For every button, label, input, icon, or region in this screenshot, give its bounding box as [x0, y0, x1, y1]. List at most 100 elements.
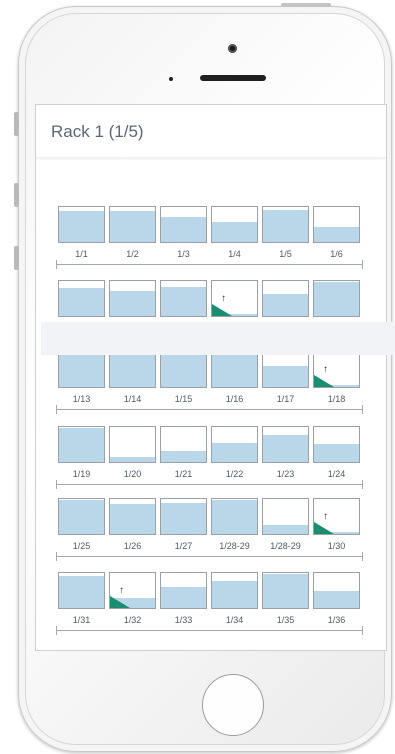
slot-label: 1/25 — [72, 541, 91, 551]
slot-label: 1/3 — [177, 249, 190, 259]
fill-level — [212, 581, 257, 608]
fill-level — [161, 587, 206, 608]
baseline-tick — [56, 405, 57, 414]
slot-cell[interactable] — [262, 498, 309, 535]
slot-cell[interactable] — [58, 280, 105, 317]
rack-row: 1/25 1/26 1/27 1/28-29 1/28-29 ↑ 1/30 — [36, 498, 386, 576]
fill-level — [161, 503, 206, 534]
slot-cell[interactable] — [262, 206, 309, 243]
slot-cell[interactable] — [58, 426, 105, 463]
app-screen: Rack 1 (1/5) 1/11/21/31/41/51/61/71/81/9… — [35, 104, 387, 651]
slot-label: 1/2 — [126, 249, 139, 259]
slot-cell[interactable] — [58, 351, 105, 388]
slot-label: 1/21 — [174, 469, 193, 479]
slot-cell[interactable] — [313, 280, 360, 317]
slot-cell[interactable] — [109, 498, 156, 535]
rack-row: 1/19 1/20 1/21 1/22 1/23 1/24 — [36, 426, 386, 504]
baseline-tick — [362, 626, 363, 635]
slot-label: 1/26 — [123, 541, 142, 551]
slot-label: 1/1 — [75, 249, 88, 259]
slot-label: 1/20 — [123, 469, 142, 479]
fill-level — [314, 227, 359, 242]
fill-level — [110, 291, 155, 316]
slot-cell[interactable] — [160, 426, 207, 463]
fill-level — [314, 282, 359, 316]
slot-label: 1/14 — [123, 394, 142, 404]
volume-up-button — [14, 183, 19, 207]
fill-level — [263, 294, 308, 316]
slot-cell[interactable]: ↑ — [211, 280, 258, 317]
row-baseline — [56, 556, 362, 557]
slot-cell[interactable]: ↑ — [109, 572, 156, 609]
empty-marker-icon — [212, 304, 232, 316]
rack-row: 1/31 ↑ 1/32 1/33 1/34 1/35 1/36 — [36, 572, 386, 650]
slot-cell[interactable] — [160, 572, 207, 609]
mute-switch — [14, 112, 19, 136]
home-button[interactable] — [202, 674, 264, 736]
slot-cell[interactable] — [211, 206, 258, 243]
slot-label: 1/22 — [225, 469, 244, 479]
front-camera — [228, 44, 237, 53]
slot-label: 1/28-29 — [219, 541, 250, 551]
slot-cell[interactable] — [313, 206, 360, 243]
slot-cell[interactable] — [160, 351, 207, 388]
slot-cell[interactable] — [160, 498, 207, 535]
fill-level — [263, 525, 308, 534]
slot-cell[interactable] — [262, 351, 309, 388]
fill-level — [212, 222, 257, 242]
header: Rack 1 (1/5) — [36, 105, 386, 158]
row-baseline — [56, 264, 362, 265]
slot-cell[interactable] — [262, 280, 309, 317]
page-title: Rack 1 (1/5) — [51, 122, 144, 141]
slot-label: 1/19 — [72, 469, 91, 479]
baseline-tick — [56, 260, 57, 269]
fill-level — [59, 353, 104, 387]
arrow-up-icon: ↑ — [119, 585, 124, 596]
slot-cell[interactable] — [109, 426, 156, 463]
fill-level — [110, 457, 155, 462]
slot-label: 1/4 — [228, 249, 241, 259]
slot-label: 1/35 — [276, 615, 295, 625]
fill-level — [314, 591, 359, 608]
fill-level — [161, 451, 206, 462]
slot-cell[interactable] — [109, 280, 156, 317]
arrow-up-icon: ↑ — [323, 511, 328, 522]
fill-level — [263, 574, 308, 608]
fill-level — [212, 443, 257, 462]
slot-cell[interactable] — [211, 572, 258, 609]
baseline-tick — [362, 480, 363, 489]
fill-level — [110, 353, 155, 387]
slot-label: 1/27 — [174, 541, 193, 551]
slot-label: 1/18 — [327, 394, 346, 404]
slot-cell[interactable] — [262, 426, 309, 463]
volume-down-button — [14, 246, 19, 270]
slot-cell[interactable] — [211, 498, 258, 535]
slot-cell[interactable] — [58, 206, 105, 243]
slot-cell[interactable] — [211, 351, 258, 388]
slot-cell[interactable] — [211, 426, 258, 463]
slot-cell[interactable] — [313, 426, 360, 463]
slot-cell[interactable] — [58, 498, 105, 535]
earpiece-speaker — [200, 75, 266, 81]
slot-cell[interactable] — [160, 280, 207, 317]
arrow-up-icon: ↑ — [323, 364, 328, 375]
baseline-tick — [56, 552, 57, 561]
slot-cell[interactable]: ↑ — [313, 351, 360, 388]
row-baseline — [56, 484, 362, 485]
slot-label: 1/6 — [330, 249, 343, 259]
overlay-banner — [41, 322, 395, 355]
slot-cell[interactable] — [313, 572, 360, 609]
slot-label: 1/36 — [327, 615, 346, 625]
slot-label: 1/33 — [174, 615, 193, 625]
header-divider — [36, 157, 386, 161]
slot-cell[interactable] — [109, 206, 156, 243]
slot-cell[interactable] — [58, 572, 105, 609]
slot-label: 1/17 — [276, 394, 295, 404]
fill-level — [161, 217, 206, 242]
slot-cell[interactable]: ↑ — [313, 498, 360, 535]
slot-cell[interactable] — [109, 351, 156, 388]
slot-cell[interactable] — [262, 572, 309, 609]
fill-level — [59, 211, 104, 242]
slot-label: 1/13 — [72, 394, 91, 404]
slot-cell[interactable] — [160, 206, 207, 243]
